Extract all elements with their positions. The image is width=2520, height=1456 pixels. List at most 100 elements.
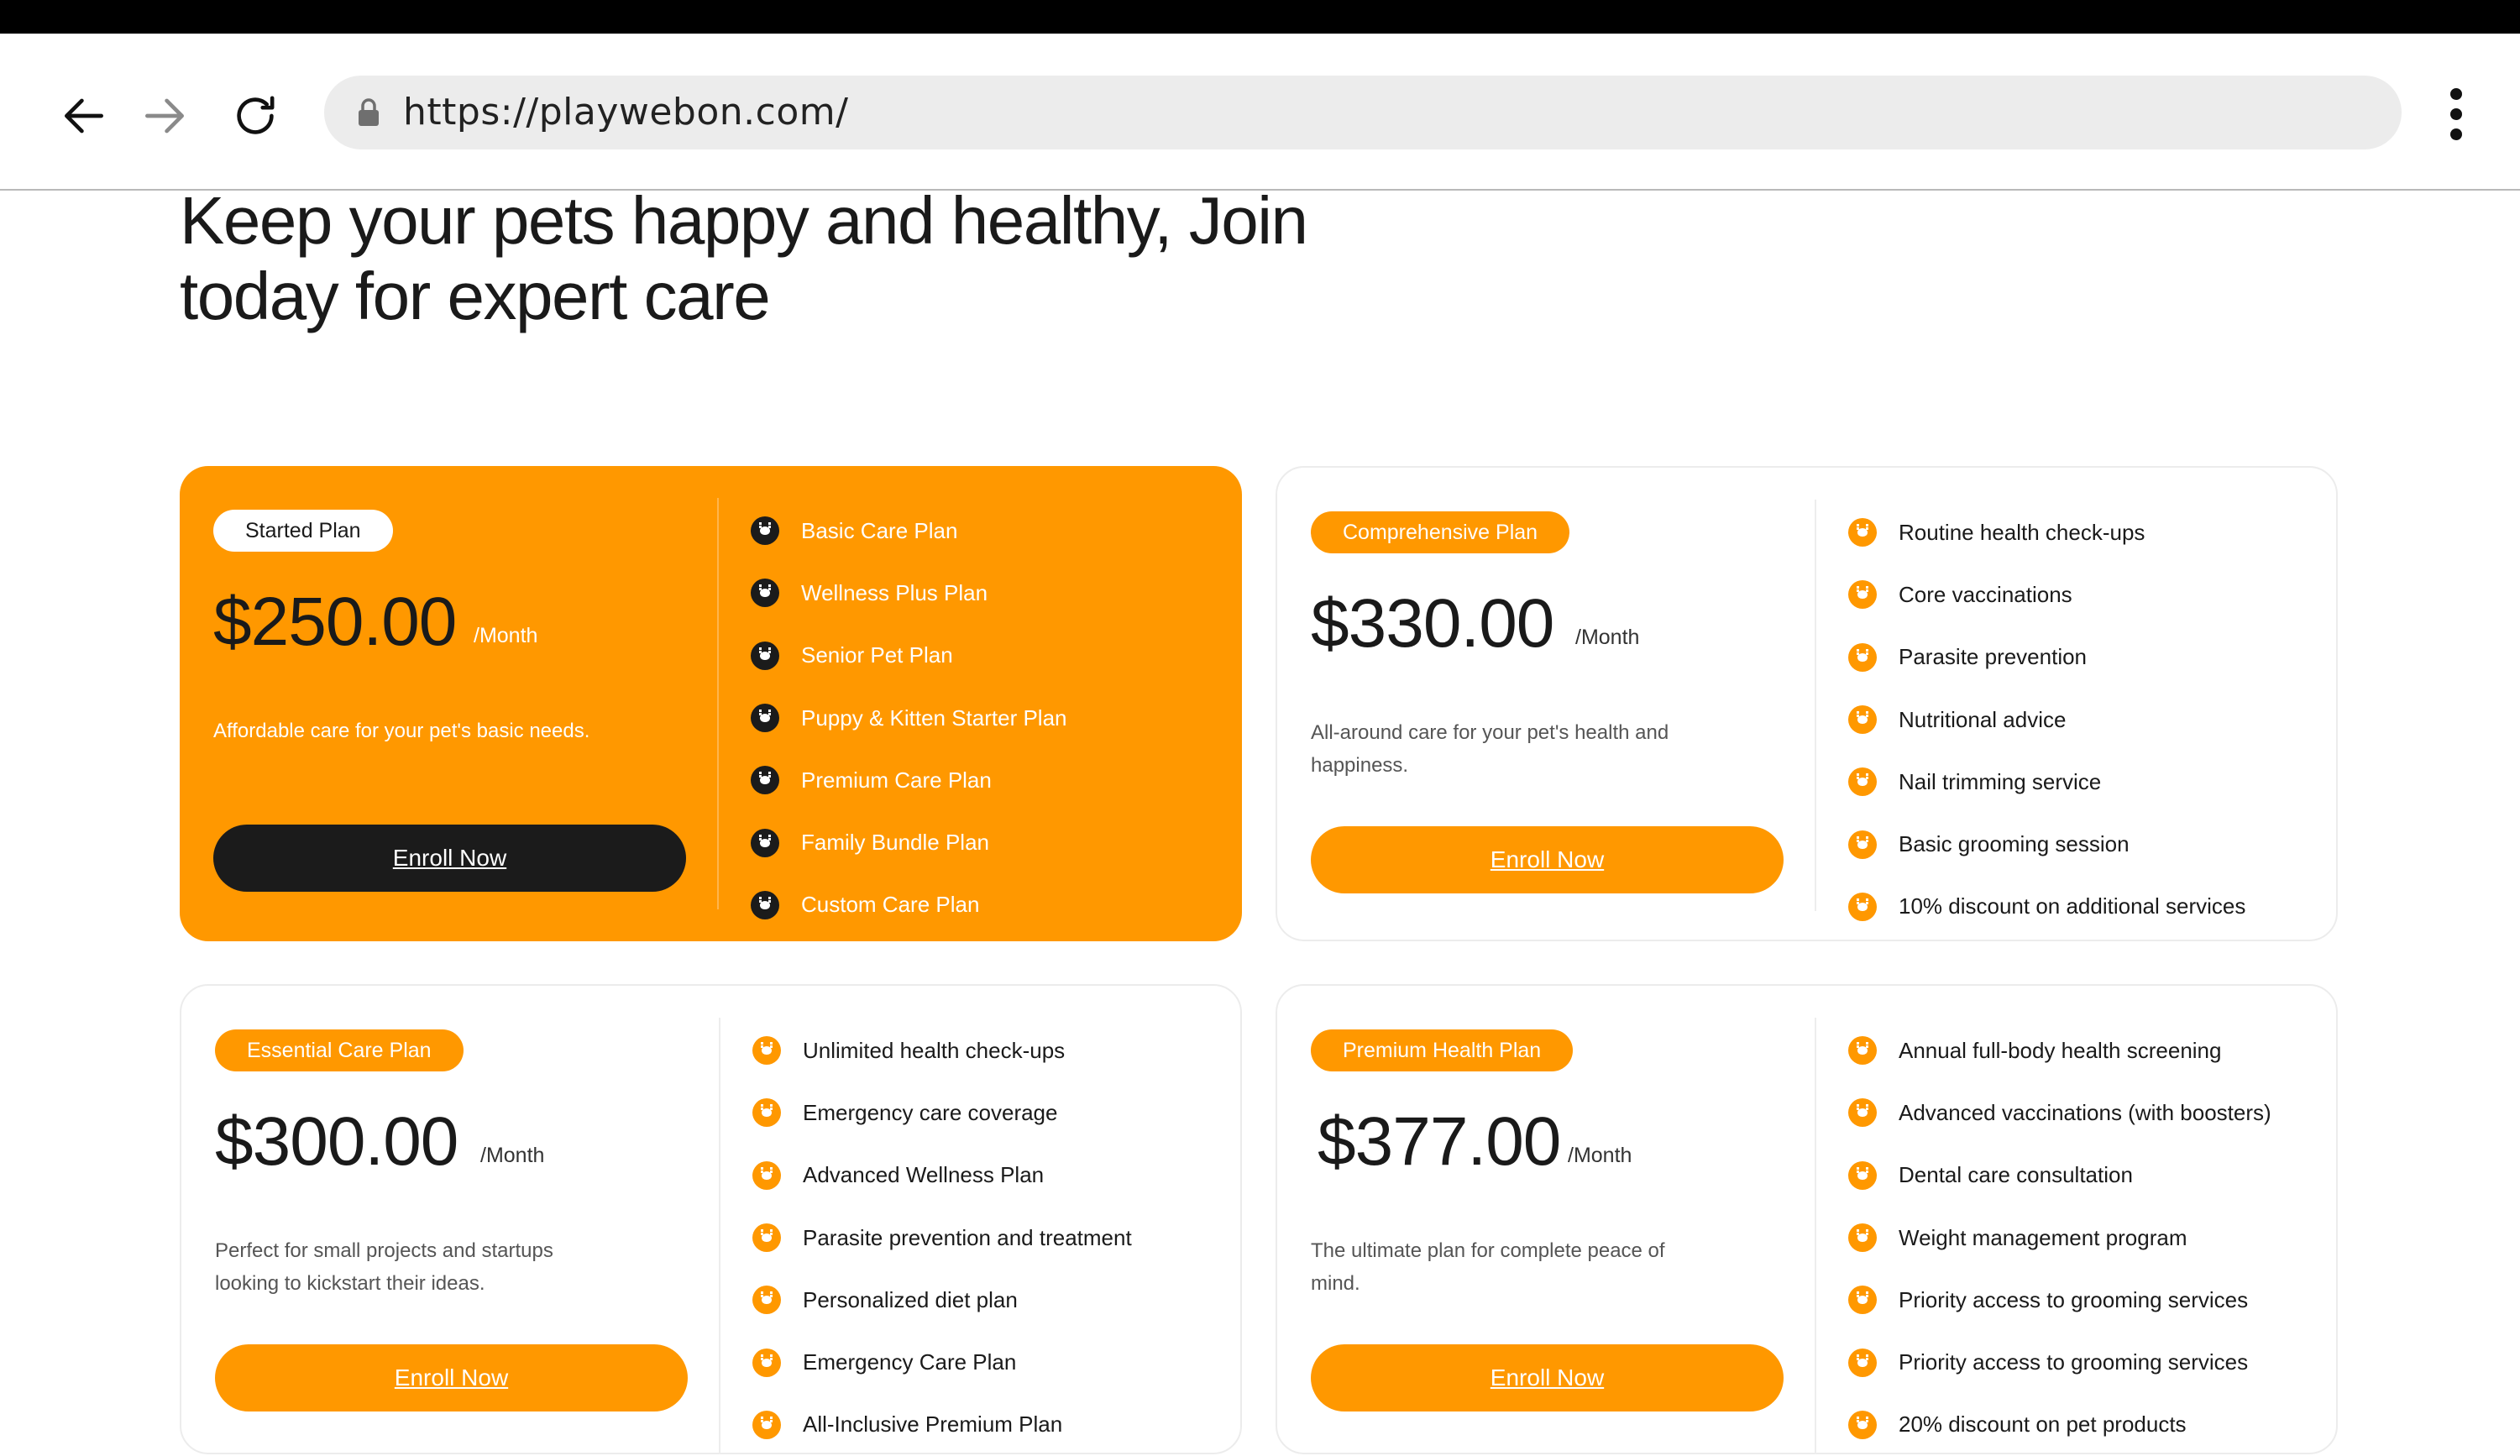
feature-list: Routine health check-ups Core vaccinatio… <box>1848 501 2245 938</box>
feature-label: Basic Care Plan <box>801 517 958 543</box>
plan-price: $250.00 <box>213 584 457 660</box>
paw-icon <box>1848 1160 1877 1190</box>
plan-description: All-around care for your pet's health an… <box>1311 721 1669 777</box>
menu-dot-icon <box>2450 88 2462 100</box>
paw-icon <box>1848 705 1877 735</box>
feature-label: Personalized diet plan <box>803 1286 1018 1312</box>
enroll-now-button[interactable]: Enroll Now <box>1311 826 1784 893</box>
feature-item: Advanced vaccinations (with boosters) <box>1848 1082 2271 1144</box>
feature-label: Parasite prevention and treatment <box>803 1224 1132 1250</box>
paw-icon <box>1848 518 1877 547</box>
paw-icon <box>752 1348 781 1377</box>
feature-item: Basic Care Plan <box>751 500 1067 562</box>
plan-price: $330.00 <box>1311 585 1554 662</box>
plan-badge: Comprehensive Plan <box>1311 511 1570 553</box>
card-divider <box>1815 500 1816 911</box>
feature-label: Basic grooming session <box>1899 831 2130 857</box>
feature-label: Wellness Plus Plan <box>801 579 988 605</box>
paw-icon <box>1848 1286 1877 1315</box>
feature-item: Basic grooming session <box>1848 813 2245 875</box>
plan-description: Affordable care for your pet's basic nee… <box>213 720 590 742</box>
feature-label: Priority access to grooming services <box>1899 1349 2249 1375</box>
paw-icon <box>1848 767 1877 797</box>
feature-item: Annual full-body health screening <box>1848 1019 2271 1082</box>
pricing-card-essential: Essential Care Plan $300.00 /Month Perfe… <box>180 984 1242 1454</box>
plan-period: /Month <box>480 1144 545 1167</box>
feature-item: Advanced Wellness Plan <box>752 1144 1132 1207</box>
feature-label: Premium Care Plan <box>801 767 992 793</box>
arrow-left-icon <box>65 98 103 134</box>
paw-icon <box>1848 830 1877 859</box>
feature-item: Parasite prevention <box>1848 626 2245 689</box>
enroll-now-button[interactable]: Enroll Now <box>215 1344 688 1411</box>
paw-icon <box>751 516 779 546</box>
feature-label: Puppy & Kitten Starter Plan <box>801 704 1067 731</box>
feature-item: Parasite prevention and treatment <box>752 1207 1132 1269</box>
arrow-right-icon <box>145 98 184 134</box>
paw-icon <box>752 1098 781 1128</box>
feature-label: Core vaccinations <box>1899 581 2072 607</box>
paw-icon <box>1848 1348 1877 1377</box>
back-button[interactable] <box>50 82 118 149</box>
feature-label: 10% discount on additional services <box>1899 893 2246 919</box>
card-divider <box>719 1018 720 1454</box>
feature-label: Annual full-body health screening <box>1899 1037 2222 1063</box>
url-text: https://playwebon.com/ <box>403 91 849 134</box>
feature-item: Premium Care Plan <box>751 749 1067 811</box>
paw-icon <box>1848 892 1877 921</box>
browser-toolbar: https://playwebon.com/ <box>0 34 2520 191</box>
feature-label: Unlimited health check-ups <box>803 1037 1066 1063</box>
menu-dot-icon <box>2450 108 2462 120</box>
paw-icon <box>751 641 779 670</box>
feature-item: Priority access to grooming services <box>1848 1331 2271 1393</box>
feature-label: Senior Pet Plan <box>801 642 953 668</box>
feature-label: Weight management program <box>1899 1224 2187 1250</box>
paw-icon <box>1848 1036 1877 1066</box>
feature-list: Unlimited health check-ups Emergency car… <box>752 1019 1132 1456</box>
reload-button[interactable] <box>222 82 289 149</box>
feature-item: Nail trimming service <box>1848 751 2245 813</box>
card-divider <box>1815 1018 1816 1454</box>
paw-icon <box>1848 1223 1877 1253</box>
paw-icon <box>752 1223 781 1253</box>
pricing-card-comprehensive: Comprehensive Plan $330.00 /Month All-ar… <box>1276 466 2338 941</box>
feature-item: All-Inclusive Premium Plan <box>752 1394 1132 1456</box>
feature-item: Core vaccinations <box>1848 563 2245 626</box>
plan-price: $300.00 <box>215 1103 458 1180</box>
feature-label: Nail trimming service <box>1899 768 2102 794</box>
menu-dot-icon <box>2450 128 2462 140</box>
paw-icon <box>752 1410 781 1439</box>
plan-price: $377.00 <box>1318 1103 1561 1180</box>
feature-list: Basic Care Plan Wellness Plus Plan Senio… <box>751 500 1067 936</box>
feature-label: Routine health check-ups <box>1899 519 2145 545</box>
plan-period: /Month <box>474 624 538 647</box>
paw-icon <box>1848 580 1877 610</box>
feature-label: 20% discount on pet products <box>1899 1411 2187 1438</box>
paw-icon <box>1848 642 1877 672</box>
enroll-now-button[interactable]: Enroll Now <box>213 825 686 892</box>
feature-item: Dental care consultation <box>1848 1144 2271 1207</box>
plan-period: /Month <box>1575 626 1640 649</box>
pricing-card-premium: Premium Health Plan $377.00 /Month The u… <box>1276 984 2338 1454</box>
enroll-now-button[interactable]: Enroll Now <box>1311 1344 1784 1411</box>
card-divider <box>717 498 719 909</box>
feature-item: 20% discount on pet products <box>1848 1394 2271 1456</box>
lock-icon <box>359 98 379 126</box>
plan-badge: Started Plan <box>213 510 393 552</box>
feature-label: Advanced vaccinations (with boosters) <box>1899 1099 2271 1125</box>
plan-period: /Month <box>1568 1144 1632 1167</box>
feature-item: Puppy & Kitten Starter Plan <box>751 687 1067 749</box>
plan-description: The ultimate plan for complete peace of … <box>1311 1239 1665 1295</box>
status-bar <box>0 0 2520 34</box>
forward-button[interactable] <box>131 82 198 149</box>
feature-label: Priority access to grooming services <box>1899 1286 2249 1312</box>
feature-label: Family Bundle Plan <box>801 830 989 856</box>
paw-icon <box>751 766 779 795</box>
browser-menu-button[interactable] <box>2435 81 2477 148</box>
paw-icon <box>751 704 779 733</box>
feature-label: Emergency Care Plan <box>803 1349 1017 1375</box>
plan-badge: Premium Health Plan <box>1311 1029 1574 1071</box>
address-bar[interactable]: https://playwebon.com/ <box>324 76 2402 149</box>
feature-label: All-Inclusive Premium Plan <box>803 1411 1063 1438</box>
feature-item: 10% discount on additional services <box>1848 876 2245 938</box>
